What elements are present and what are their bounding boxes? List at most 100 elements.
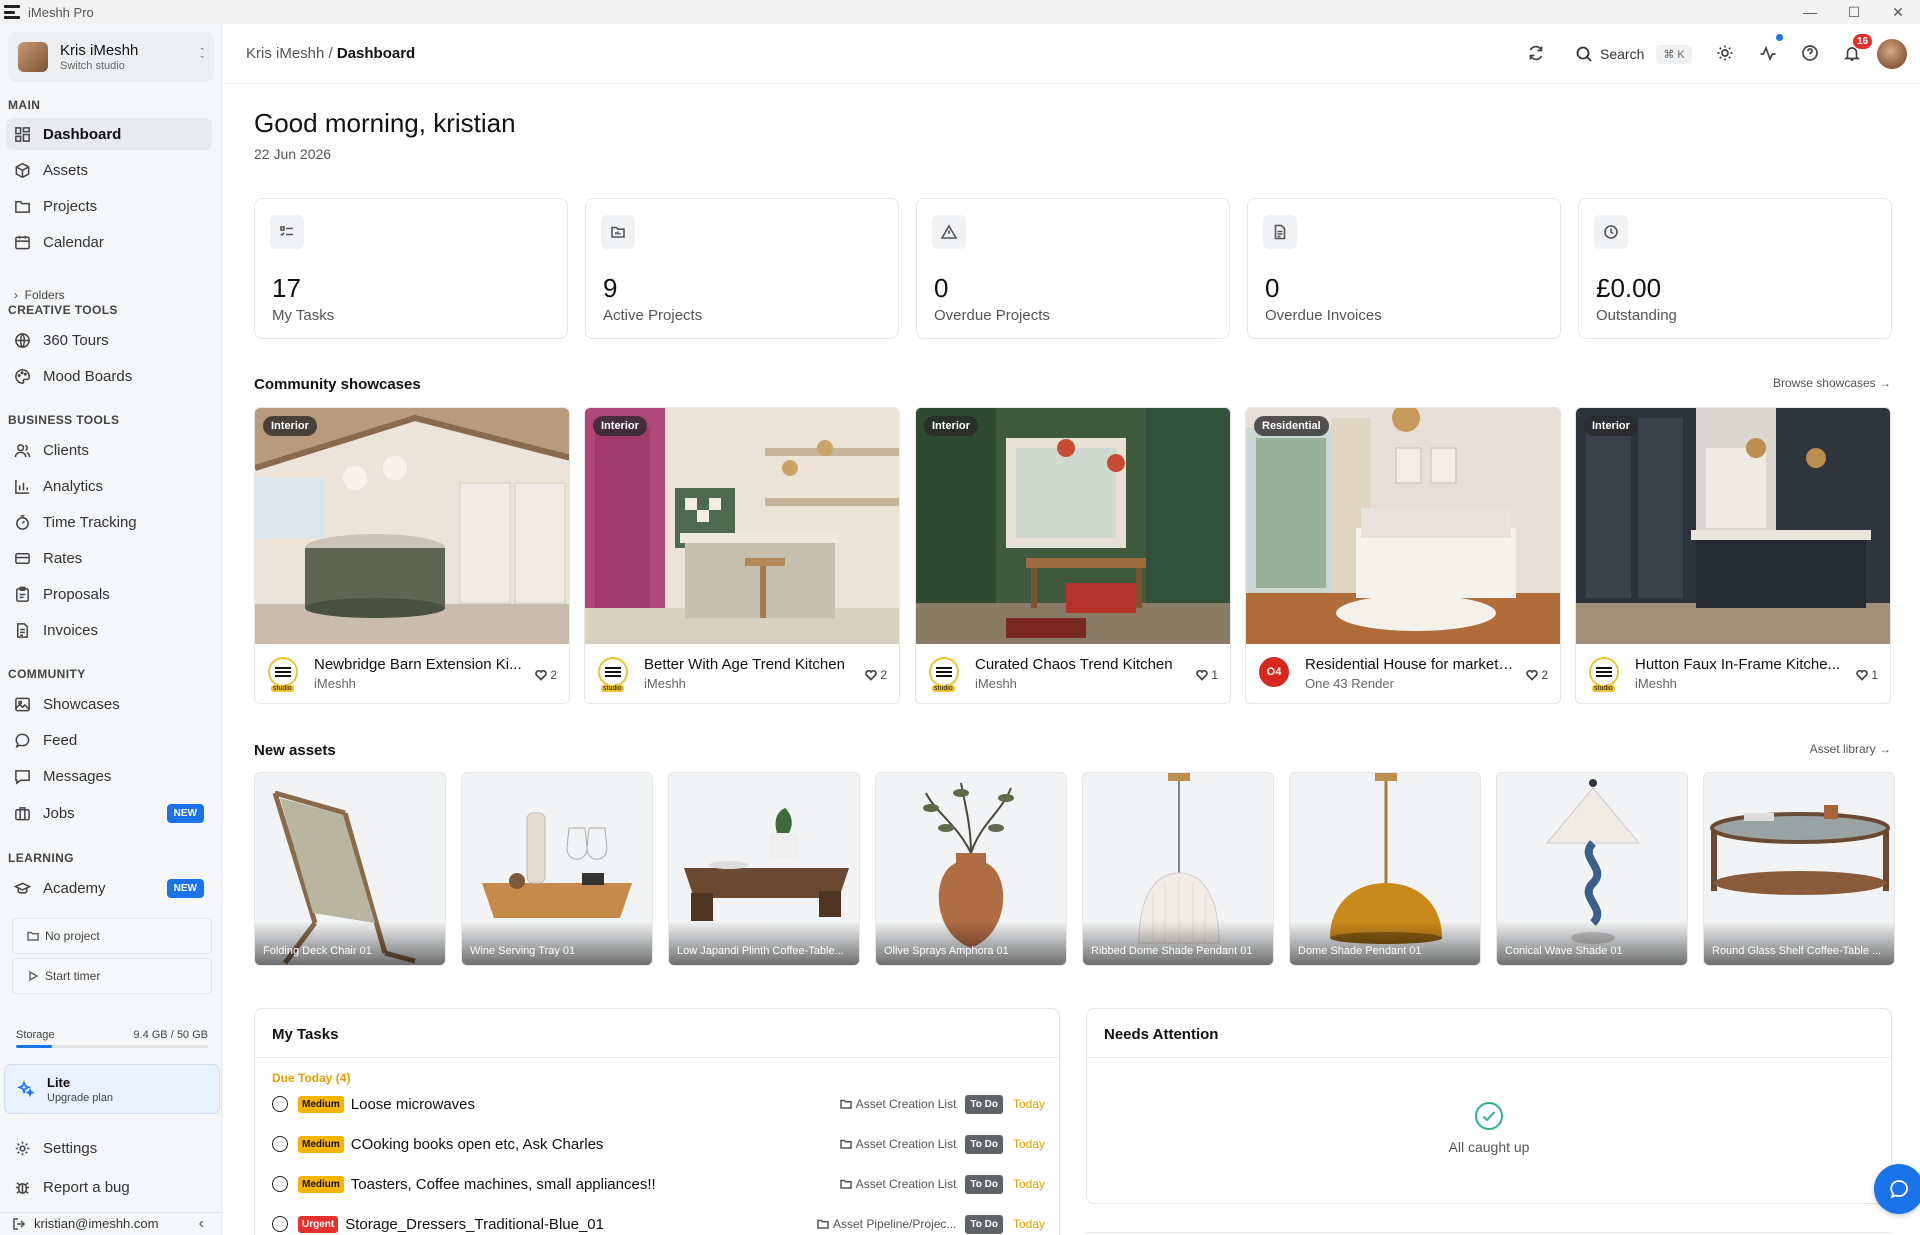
storage-usage: Storage 9.4 GB / 50 GB — [16, 1029, 208, 1041]
task-name: Toasters, Coffee machines, small applian… — [350, 1175, 656, 1193]
like-button[interactable]: 1 — [1196, 668, 1218, 682]
chevron-right-icon: › — [14, 288, 18, 302]
sidebar-item-label: Mood Boards — [43, 367, 133, 385]
activity-button[interactable] — [1759, 44, 1779, 64]
task-checkbox[interactable] — [272, 1216, 288, 1232]
top-header: Kris iMeshh / Dashboard Search ⌘ K 16 — [223, 24, 1920, 84]
task-project[interactable]: Asset Creation List — [839, 1177, 956, 1191]
start-timer-button[interactable]: Start timer — [12, 958, 212, 994]
sidebar-item-mood-boards[interactable]: Mood Boards — [6, 360, 212, 392]
sidebar-item-analytics[interactable]: Analytics — [6, 470, 212, 502]
breadcrumb-current: Dashboard — [336, 45, 416, 62]
sidebar-item-dashboard[interactable]: Dashboard — [6, 118, 212, 150]
studio-switch-label: Switch studio — [60, 60, 125, 72]
studio-switcher[interactable]: Kris iMeshh Switch studio ˆˇ — [8, 32, 214, 82]
task-status-badge[interactable]: To Do — [965, 1214, 1003, 1234]
timer-project-select[interactable]: No project — [12, 918, 212, 954]
task-status-badge[interactable]: To Do — [965, 1174, 1003, 1194]
asset-name: Conical Wave Shade 01 — [1505, 945, 1623, 957]
stat-card-my-tasks[interactable]: 17 My Tasks — [254, 198, 568, 339]
chat-support-button[interactable] — [1874, 1164, 1920, 1214]
task-row[interactable]: Medium Toasters, Coffee machines, small … — [272, 1169, 1047, 1199]
stat-card-active-projects[interactable]: 9 Active Projects — [585, 198, 899, 339]
like-button[interactable]: 2 — [535, 668, 557, 682]
stat-label: Overdue Projects — [934, 307, 1050, 324]
asset-card[interactable]: Conical Wave Shade 01 — [1496, 772, 1688, 966]
breadcrumb-parent[interactable]: Kris iMeshh — [246, 45, 324, 62]
like-button[interactable]: 2 — [865, 668, 887, 682]
task-row[interactable]: Medium COoking books open etc, Ask Charl… — [272, 1129, 1047, 1159]
sidebar-item-jobs[interactable]: Jobs NEW — [6, 797, 212, 829]
theme-toggle-button[interactable] — [1716, 44, 1736, 64]
help-button[interactable] — [1801, 44, 1821, 64]
stat-card-outstanding[interactable]: £0.00 Outstanding — [1578, 198, 1892, 339]
asset-name: Olive Sprays Amphora 01 — [884, 945, 1009, 957]
task-checkbox[interactable] — [272, 1096, 288, 1112]
asset-card[interactable]: Olive Sprays Amphora 01 — [875, 772, 1067, 966]
plan-name: Lite — [47, 1074, 71, 1090]
sidebar-item-360-tours[interactable]: 360 Tours — [6, 324, 212, 356]
like-button[interactable]: 2 — [1526, 668, 1548, 682]
sidebar-item-messages[interactable]: Messages — [6, 760, 212, 792]
showcase-card[interactable]: Interior studio Curated Chaos Trend Kitc… — [915, 407, 1231, 704]
showcase-card[interactable]: Residential O4 Residential House for mar… — [1245, 407, 1561, 704]
browse-showcases-link[interactable]: Browse showcases → — [1773, 376, 1891, 390]
logout-icon[interactable] — [12, 1217, 26, 1231]
sidebar-item-clients[interactable]: Clients — [6, 434, 212, 466]
task-status-badge[interactable]: To Do — [965, 1094, 1003, 1114]
task-status-badge[interactable]: To Do — [965, 1134, 1003, 1154]
asset-card[interactable]: Round Glass Shelf Coffee-Table ... — [1703, 772, 1895, 966]
task-checkbox[interactable] — [272, 1176, 288, 1192]
sidebar-item-academy[interactable]: Academy NEW — [6, 872, 212, 904]
collapse-sidebar-button[interactable]: ‹ — [199, 1215, 204, 1233]
upgrade-plan-button[interactable]: Lite Upgrade plan — [4, 1064, 220, 1114]
stat-card-overdue-invoices[interactable]: 0 Overdue Invoices — [1247, 198, 1561, 339]
user-avatar[interactable] — [1877, 39, 1907, 69]
sidebar-item-report-bug[interactable]: Report a bug — [6, 1171, 212, 1203]
task-project[interactable]: Asset Creation List — [839, 1097, 956, 1111]
sidebar-item-showcases[interactable]: Showcases — [6, 688, 212, 720]
search-button[interactable]: Search ⌘ K — [1575, 40, 1692, 68]
sidebar-item-assets[interactable]: Assets — [6, 154, 212, 186]
sidebar-item-proposals[interactable]: Proposals — [6, 578, 212, 610]
task-row[interactable]: Urgent Storage_Dressers_Traditional-Blue… — [272, 1209, 1047, 1235]
graduation-cap-icon — [14, 881, 31, 894]
showcase-card[interactable]: Interior studio Better With Age Trend Ki… — [584, 407, 900, 704]
activity-indicator-dot — [1776, 34, 1783, 41]
showcase-card[interactable]: Interior studio Newbridge Barn Extension… — [254, 407, 570, 704]
asset-card[interactable]: Dome Shade Pendant 01 — [1289, 772, 1481, 966]
globe-icon — [15, 332, 30, 348]
folder-icon — [839, 1139, 852, 1149]
close-window-button[interactable]: ✕ — [1876, 0, 1920, 24]
sidebar-item-rates[interactable]: Rates — [6, 542, 212, 574]
asset-card[interactable]: Wine Serving Tray 01 — [461, 772, 653, 966]
task-row[interactable]: Medium Loose microwaves Asset Creation L… — [272, 1089, 1047, 1119]
sidebar-item-feed[interactable]: Feed — [6, 724, 212, 756]
asset-card[interactable]: Ribbed Dome Shade Pendant 01 — [1082, 772, 1274, 966]
sidebar-folders-toggle[interactable]: › Folders — [14, 288, 65, 302]
asset-card[interactable]: Low Japandi Plinth Coffee-Table... — [668, 772, 860, 966]
sidebar-item-time-tracking[interactable]: Time Tracking — [6, 506, 212, 538]
asset-library-link[interactable]: Asset library → — [1810, 742, 1891, 756]
maximize-button[interactable]: ☐ — [1832, 0, 1876, 24]
task-project[interactable]: Asset Pipeline/Projec... — [817, 1217, 956, 1231]
sidebar-item-invoices[interactable]: Invoices — [6, 614, 212, 646]
asset-card[interactable]: Folding Deck Chair 01 — [254, 772, 446, 966]
minimize-button[interactable]: — — [1788, 0, 1832, 24]
my-tasks-title: My Tasks — [272, 1026, 339, 1043]
showcase-card[interactable]: Interior studio Hutton Faux In-Frame Kit… — [1575, 407, 1891, 704]
refresh-button[interactable] — [1527, 44, 1547, 64]
task-project[interactable]: Asset Creation List — [839, 1137, 956, 1151]
like-button[interactable]: 1 — [1856, 668, 1878, 682]
showcase-title: Newbridge Barn Extension Ki... — [314, 656, 522, 673]
showcase-image — [1246, 408, 1560, 644]
sidebar-item-settings[interactable]: Settings — [6, 1132, 212, 1164]
storage-value: 9.4 GB / 50 GB — [133, 1029, 208, 1041]
task-due: Today — [1013, 1217, 1046, 1231]
new-badge: NEW — [166, 803, 204, 823]
storage-progress-bar — [16, 1045, 208, 1048]
sidebar-item-projects[interactable]: Projects — [6, 190, 212, 222]
stat-card-overdue-projects[interactable]: 0 Overdue Projects — [916, 198, 1230, 339]
task-checkbox[interactable] — [272, 1136, 288, 1152]
sidebar-item-calendar[interactable]: Calendar — [6, 226, 212, 258]
